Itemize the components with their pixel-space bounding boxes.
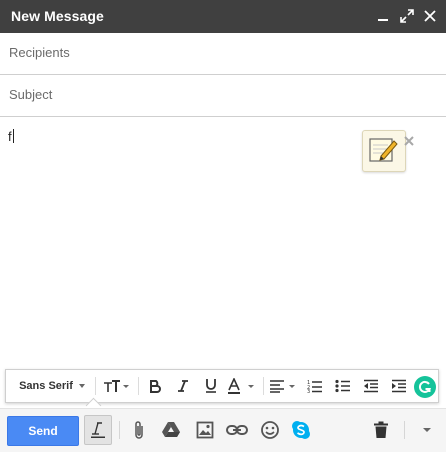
font-family-select[interactable]: Sans Serif: [12, 370, 92, 402]
divider: [119, 421, 120, 439]
formatting-options-button[interactable]: [84, 415, 112, 445]
body-text-line: f: [8, 129, 14, 144]
window-title: New Message: [11, 8, 104, 24]
indent-less-icon: [364, 379, 378, 393]
bulleted-list-icon: [335, 379, 350, 393]
drive-icon[interactable]: [158, 417, 184, 443]
bold-icon: [150, 380, 161, 393]
underline-icon: [206, 379, 216, 393]
close-icon[interactable]: [420, 6, 440, 26]
photo-icon[interactable]: [192, 417, 218, 443]
numbered-list-button[interactable]: 1 2 3: [302, 370, 328, 402]
italic-button[interactable]: [170, 370, 196, 402]
emoji-icon[interactable]: [257, 417, 283, 443]
divider: [404, 421, 405, 439]
indent-less-button[interactable]: [358, 370, 384, 402]
skype-icon[interactable]: [288, 417, 314, 443]
edit-note-icon: [369, 138, 398, 162]
text-cursor: [12, 129, 14, 143]
notes-close-icon[interactable]: [402, 134, 416, 148]
chevron-down-icon: [78, 384, 85, 388]
link-icon[interactable]: [224, 417, 250, 443]
font-size-icon: [104, 380, 129, 392]
expand-icon[interactable]: [397, 6, 417, 26]
subject-placeholder: Subject: [9, 87, 53, 102]
compose-actions-bar: Send: [0, 408, 446, 452]
notes-widget[interactable]: [362, 130, 406, 172]
numbered-list-icon: 1 2 3: [307, 380, 322, 393]
font-family-label: Sans Serif: [19, 380, 73, 392]
divider: [138, 377, 139, 395]
attach-icon[interactable]: [126, 417, 152, 443]
trash-icon[interactable]: [368, 417, 394, 443]
minimize-icon[interactable]: [373, 6, 393, 26]
bulleted-list-button[interactable]: [330, 370, 356, 402]
body-text: f: [8, 129, 12, 144]
title-bar[interactable]: New Message: [0, 0, 446, 33]
subject-field[interactable]: Subject: [0, 75, 446, 117]
formatting-toolbar: Sans Serif 1 2 3: [5, 369, 439, 403]
grammarly-icon[interactable]: [414, 376, 436, 398]
divider: [95, 377, 96, 395]
bold-button[interactable]: [142, 370, 168, 402]
indent-more-button[interactable]: [386, 370, 412, 402]
recipients-field[interactable]: Recipients: [0, 33, 446, 75]
divider: [263, 377, 264, 395]
align-button[interactable]: [266, 370, 300, 402]
text-color-icon: [228, 378, 254, 394]
recipients-placeholder: Recipients: [9, 45, 70, 60]
underline-button[interactable]: [198, 370, 224, 402]
send-button[interactable]: Send: [7, 416, 79, 446]
align-icon: [270, 380, 295, 393]
compose-window: New Message Recipients Subject f Sans Se…: [0, 0, 446, 452]
more-options-icon[interactable]: [414, 417, 440, 443]
text-color-button[interactable]: [224, 370, 260, 402]
svg-text:3: 3: [307, 389, 310, 393]
indent-more-icon: [392, 379, 406, 393]
italic-icon: [178, 380, 188, 392]
font-size-button[interactable]: [99, 370, 133, 402]
formatting-icon: [91, 422, 105, 438]
